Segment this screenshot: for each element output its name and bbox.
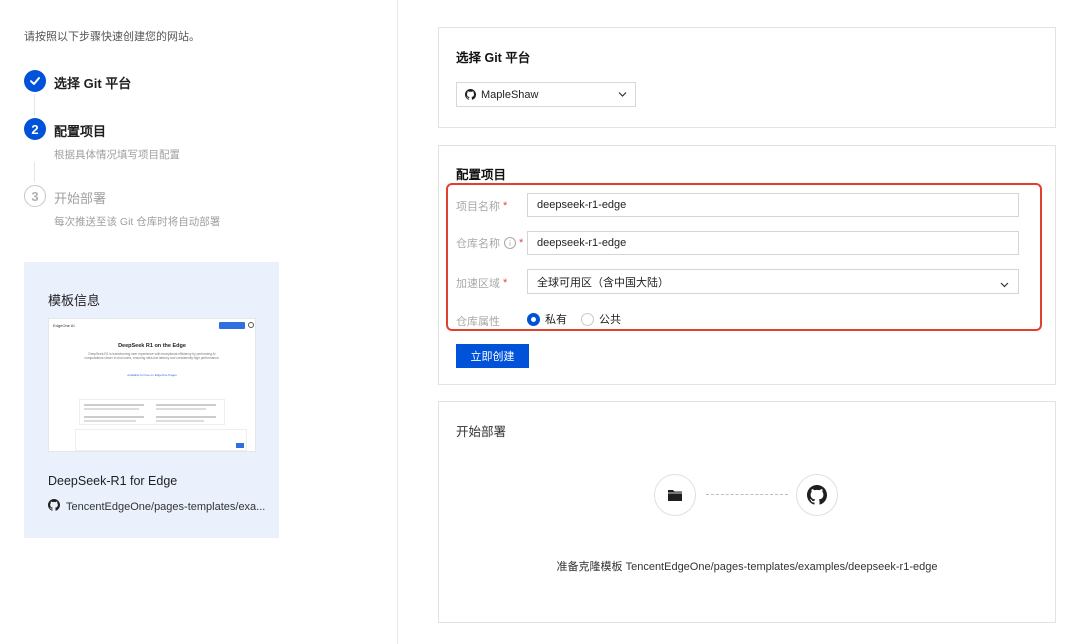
preview-brand: EdgeOne AI xyxy=(53,323,75,328)
region-label-text: 加速区域 xyxy=(456,278,500,290)
radio-dot xyxy=(527,312,540,326)
visibility-label: 仓库属性 xyxy=(456,316,500,328)
create-button[interactable]: 立即创建 xyxy=(456,344,529,368)
git-account-value: MapleShaw xyxy=(481,88,539,101)
step-desc: 根据具体情况填写项目配置 xyxy=(54,149,180,161)
project-name-input[interactable]: deepseek-r1-edge xyxy=(527,193,1019,217)
step-connector xyxy=(34,94,35,116)
radio-public[interactable]: 公共 xyxy=(581,311,621,327)
github-icon xyxy=(796,474,838,516)
check-icon xyxy=(24,70,46,92)
github-icon xyxy=(465,89,476,100)
git-account-select[interactable]: MapleShaw xyxy=(456,82,636,107)
preview-paragraph: DeepSeek-R1 is transforming user experie… xyxy=(84,352,220,361)
step-number: 3 xyxy=(24,185,46,207)
info-icon[interactable]: i xyxy=(504,237,516,249)
preview-chat-box xyxy=(75,429,247,451)
template-info-panel: 模板信息 EdgeOne AI DeepSeek R1 on the Edge … xyxy=(24,262,279,538)
radio-private[interactable]: 私有 xyxy=(527,311,567,327)
radio-dot xyxy=(581,312,594,326)
deploy-connector xyxy=(706,494,788,495)
git-card-title: 选择 Git 平台 xyxy=(456,51,531,65)
preview-feature-grid xyxy=(79,399,225,425)
deploy-card-title: 开始部署 xyxy=(456,425,507,439)
preview-github-icon xyxy=(248,322,254,328)
project-name-label-text: 项目名称 xyxy=(456,201,500,213)
step-title: 选择 Git 平台 xyxy=(54,76,132,91)
template-repo-text: TencentEdgeOne/pages-templates/exa... xyxy=(66,500,266,513)
intro-text: 请按照以下步骤快速创建您的网站。 xyxy=(24,31,200,43)
step-desc: 每次推送至该 Git 仓库时将自动部署 xyxy=(54,216,221,228)
git-platform-card: 选择 Git 平台 MapleShaw xyxy=(438,27,1056,128)
steps-panel: 请按照以下步骤快速创建您的网站。 选择 Git 平台 2 配置项目 根据具体情况… xyxy=(0,0,398,644)
config-card-title: 配置项目 xyxy=(456,168,507,182)
template-repo-link[interactable]: TencentEdgeOne/pages-templates/exa... xyxy=(48,499,265,514)
repo-name-label: 仓库名称 i * xyxy=(456,237,524,250)
region-label: 加速区域 * xyxy=(456,277,508,290)
step-title: 开始部署 xyxy=(54,191,107,206)
folder-icon xyxy=(654,474,696,516)
radio-private-label: 私有 xyxy=(545,314,567,326)
github-icon xyxy=(48,499,61,514)
radio-public-label: 公共 xyxy=(599,314,621,326)
chevron-down-icon xyxy=(618,89,627,99)
step-title: 配置项目 xyxy=(54,124,107,139)
clone-status-text: 准备克隆模板 TencentEdgeOne/pages-templates/ex… xyxy=(556,561,938,573)
deploy-card: 开始部署 xyxy=(438,401,1056,623)
preview-cta: Available for free on EdgeOne Pages xyxy=(127,373,177,377)
visibility-radio-group: 私有 公共 xyxy=(527,311,621,327)
template-name: DeepSeek-R1 for Edge xyxy=(48,474,178,488)
step-number: 2 xyxy=(24,118,46,140)
repo-name-label-text: 仓库名称 xyxy=(456,238,500,250)
preview-header-button xyxy=(219,322,245,329)
repo-name-input[interactable]: deepseek-r1-edge xyxy=(527,231,1019,255)
preview-heading: DeepSeek R1 on the Edge xyxy=(118,343,186,349)
region-value: 全球可用区（含中国大陆） xyxy=(537,276,669,289)
project-name-label: 项目名称 * xyxy=(456,200,508,213)
template-info-title: 模板信息 xyxy=(48,293,101,308)
step-connector xyxy=(34,162,35,182)
chevron-down-icon xyxy=(1000,279,1009,291)
template-preview[interactable]: EdgeOne AI DeepSeek R1 on the Edge DeepS… xyxy=(48,318,256,452)
region-select[interactable]: 全球可用区（含中国大陆） xyxy=(527,269,1019,294)
